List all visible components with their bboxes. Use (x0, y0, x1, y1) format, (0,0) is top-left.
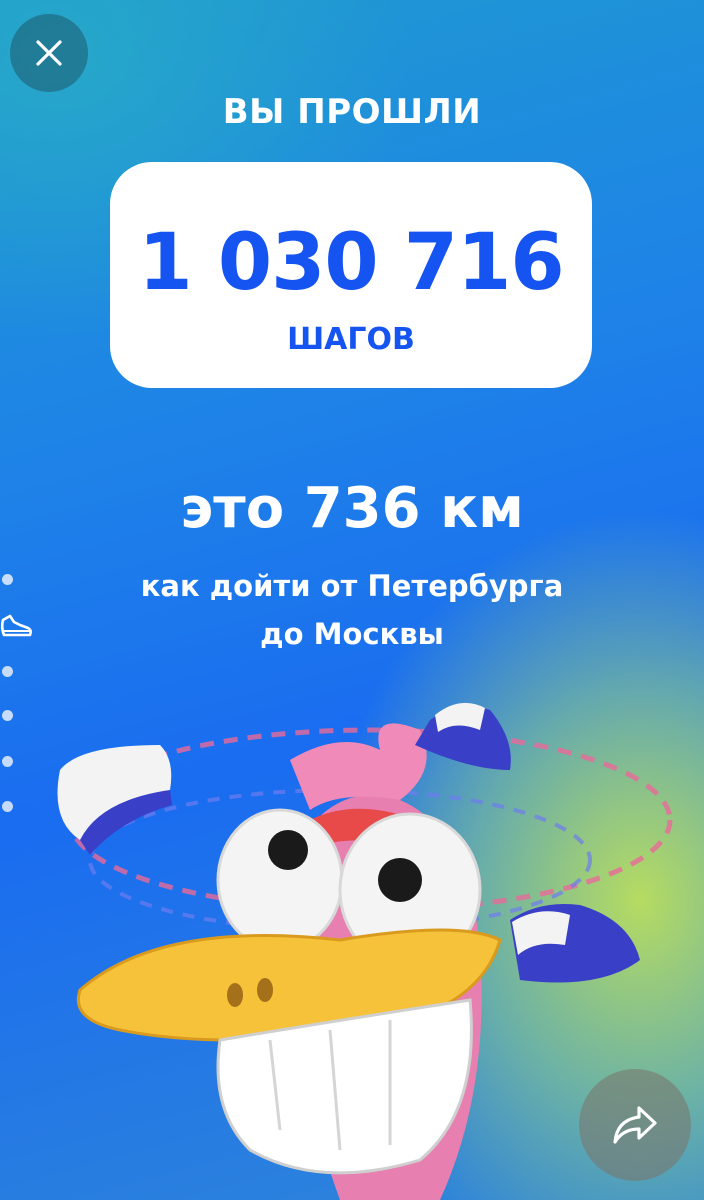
sneaker-right-bottom (510, 904, 640, 983)
share-button[interactable] (579, 1069, 691, 1181)
pager-dot[interactable] (2, 710, 13, 721)
sneaker-icon (0, 614, 32, 637)
close-button[interactable] (10, 14, 88, 92)
pager-dot[interactable] (2, 801, 13, 812)
pager-dot[interactable] (2, 666, 13, 677)
comparison-text: как дойти от Петербурга до Москвы (0, 562, 704, 658)
sneaker-right-top (415, 702, 511, 770)
sneaker-left (57, 745, 172, 855)
steps-count: 1 030 716 (138, 218, 564, 308)
comparison-line-1: как дойти от Петербурга (140, 569, 564, 603)
share-icon (613, 1106, 657, 1144)
pager-active-item[interactable] (0, 608, 34, 642)
pager-dot[interactable] (2, 756, 13, 767)
comparison-line-2: до Москвы (260, 617, 444, 651)
story-pager (0, 570, 34, 820)
page-title: ВЫ ПРОШЛИ (222, 92, 482, 132)
distance-text: это 736 км (180, 476, 524, 541)
steps-unit: ШАГОВ (287, 322, 415, 357)
steps-card: 1 030 716 ШАГОВ (110, 162, 592, 388)
close-icon (36, 40, 62, 66)
pager-dot[interactable] (2, 574, 13, 585)
